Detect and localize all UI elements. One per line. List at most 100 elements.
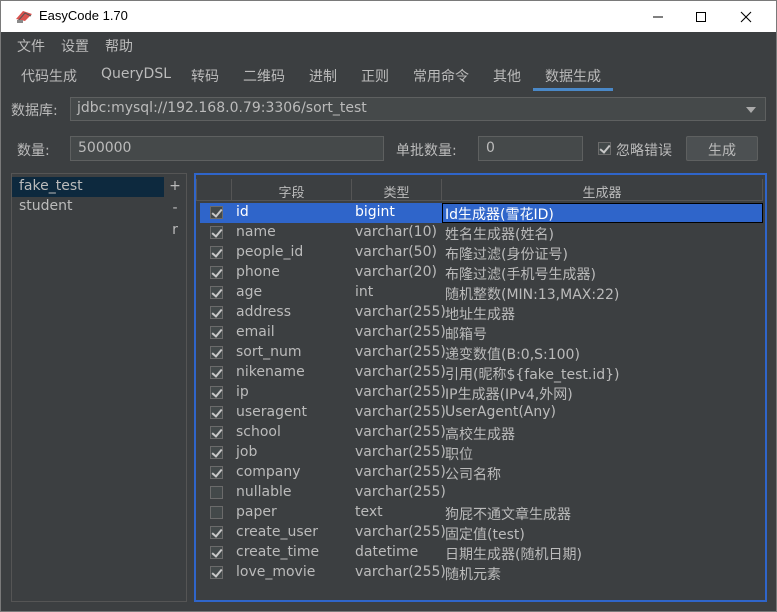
table-row[interactable]: useragent varchar(255) UserAgent(Any) (200, 403, 763, 423)
table-row[interactable]: address varchar(255) 地址生成器 (200, 303, 763, 323)
cell-generator: 职位 (445, 447, 473, 463)
generate-button[interactable]: 生成 (686, 136, 758, 161)
refresh-table-button[interactable]: r (169, 222, 181, 238)
minimize-button[interactable] (635, 1, 681, 32)
row-enabled-checkbox[interactable] (210, 226, 223, 239)
table-item-fake-test[interactable]: fake_test (12, 177, 164, 197)
row-enabled-checkbox[interactable] (210, 286, 223, 299)
row-enabled-checkbox[interactable] (210, 366, 223, 379)
cell-generator: 姓名生成器(姓名) (445, 227, 554, 243)
menu-help[interactable]: 帮助 (105, 36, 133, 56)
table-row[interactable]: sort_num varchar(255) 递变数值(B:0,S:100) (200, 343, 763, 363)
row-enabled-checkbox[interactable] (210, 326, 223, 339)
database-value: jdbc:mysql://192.168.0.79:3306/sort_test (77, 100, 367, 116)
row-enabled-checkbox[interactable] (210, 466, 223, 479)
cell-generator: 地址生成器 (445, 307, 515, 323)
header-generator-label: 生成器 (582, 186, 622, 201)
table-row[interactable]: phone varchar(20) 布隆过滤(手机号生成器) (200, 263, 763, 283)
cell-field: paper (236, 504, 277, 520)
row-enabled-checkbox[interactable] (210, 426, 223, 439)
tab-radix[interactable]: 进制 (309, 66, 337, 86)
tab-other[interactable]: 其他 (493, 66, 521, 86)
generate-button-label: 生成 (708, 143, 736, 159)
table-row[interactable]: job varchar(255) 职位 (200, 443, 763, 463)
cell-type: varchar(20) (355, 264, 437, 280)
tab-commands[interactable]: 常用命令 (413, 66, 469, 86)
table-row[interactable]: create_user varchar(255) 固定值(test) (200, 523, 763, 543)
tab-transcode[interactable]: 转码 (191, 66, 219, 86)
app-window: EasyCode 1.70 文件 设置 帮助 代码生成 QueryDSL 转码 … (0, 0, 777, 612)
cell-type: int (355, 284, 374, 300)
ignore-errors-checkbox[interactable] (598, 142, 611, 155)
menu-file[interactable]: 文件 (17, 36, 45, 56)
cell-type: varchar(255) (355, 484, 446, 500)
cell-generator: 随机整数(MIN:13,MAX:22) (445, 287, 620, 303)
header-generator[interactable]: 生成器 (442, 179, 763, 201)
cell-type: varchar(255) (355, 364, 446, 380)
cell-type: bigint (355, 204, 395, 220)
maximize-button[interactable] (678, 1, 724, 32)
table-row[interactable]: people_id varchar(50) 布隆过滤(身份证号) (200, 243, 763, 263)
field-grid: 字段 类型 生成器 id bigint Id生成器(雪花ID) name varchar… (194, 173, 767, 602)
cell-field: create_user (236, 524, 318, 540)
table-row[interactable]: nikename varchar(255) 引用(昵称${fake_test.id}… (200, 363, 763, 383)
row-enabled-checkbox[interactable] (210, 266, 223, 279)
add-table-button[interactable]: + (169, 178, 181, 194)
row-enabled-checkbox[interactable] (210, 526, 223, 539)
row-enabled-checkbox[interactable] (210, 566, 223, 579)
table-item-student[interactable]: student (12, 197, 164, 217)
tab-regex[interactable]: 正则 (361, 66, 389, 86)
cell-field: address (236, 304, 292, 320)
batch-input[interactable]: 0 (478, 136, 583, 161)
tab-qrcode[interactable]: 二维码 (243, 66, 285, 86)
row-enabled-checkbox[interactable] (210, 386, 223, 399)
cell-generator: Id生成器(雪花ID) (445, 207, 554, 223)
table-row[interactable]: nullable varchar(255) (200, 483, 763, 503)
header-type[interactable]: 类型 (352, 179, 442, 201)
window-title: EasyCode 1.70 (39, 8, 128, 23)
remove-table-button[interactable]: - (169, 200, 181, 216)
cell-type: varchar(255) (355, 444, 446, 460)
close-button[interactable] (723, 1, 769, 32)
quantity-input[interactable]: 500000 (70, 136, 384, 161)
cell-type: varchar(255) (355, 524, 446, 540)
row-enabled-checkbox[interactable] (210, 246, 223, 259)
cell-generator: 布隆过滤(身份证号) (445, 247, 568, 263)
cell-generator: 递变数值(B:0,S:100) (445, 347, 580, 363)
table-row[interactable]: ip varchar(255) IP生成器(IPv4,外网) (200, 383, 763, 403)
database-select[interactable]: jdbc:mysql://192.168.0.79:3306/sort_test (70, 97, 766, 121)
cell-type: varchar(255) (355, 464, 446, 480)
table-row[interactable]: id bigint Id生成器(雪花ID) (200, 203, 763, 223)
table-row[interactable]: age int 随机整数(MIN:13,MAX:22) (200, 283, 763, 303)
cell-field: company (236, 464, 301, 480)
row-enabled-checkbox[interactable] (210, 506, 223, 519)
tab-data-gen[interactable]: 数据生成 (545, 66, 601, 86)
cell-generator: 邮箱号 (445, 327, 487, 343)
tab-code-gen[interactable]: 代码生成 (21, 66, 77, 86)
table-row[interactable]: paper text 狗屁不通文章生成器 (200, 503, 763, 523)
table-row[interactable]: email varchar(255) 邮箱号 (200, 323, 763, 343)
row-enabled-checkbox[interactable] (210, 486, 223, 499)
table-row[interactable]: company varchar(255) 公司名称 (200, 463, 763, 483)
table-row[interactable]: create_time datetime 日期生成器(随机日期) (200, 543, 763, 563)
table-row[interactable]: school varchar(255) 高校生成器 (200, 423, 763, 443)
header-field[interactable]: 字段 (232, 179, 352, 201)
quantity-label: 数量: (17, 143, 50, 159)
row-enabled-checkbox[interactable] (210, 546, 223, 559)
cell-type: varchar(255) (355, 564, 446, 580)
cell-type: datetime (355, 544, 419, 560)
row-enabled-checkbox[interactable] (210, 346, 223, 359)
row-enabled-checkbox[interactable] (210, 206, 223, 219)
tab-querydsl[interactable]: QueryDSL (101, 66, 171, 82)
table-row[interactable]: name varchar(10) 姓名生成器(姓名) (200, 223, 763, 243)
cell-generator: 日期生成器(随机日期) (445, 547, 582, 563)
row-enabled-checkbox[interactable] (210, 406, 223, 419)
cell-field: sort_num (236, 344, 302, 360)
menu-settings[interactable]: 设置 (61, 36, 89, 56)
row-enabled-checkbox[interactable] (210, 306, 223, 319)
cell-field: nikename (236, 364, 305, 380)
table-row[interactable]: love_movie varchar(255) 随机元素 (200, 563, 763, 583)
row-enabled-checkbox[interactable] (210, 446, 223, 459)
cell-field: id (236, 204, 249, 220)
cell-generator: 高校生成器 (445, 427, 515, 443)
